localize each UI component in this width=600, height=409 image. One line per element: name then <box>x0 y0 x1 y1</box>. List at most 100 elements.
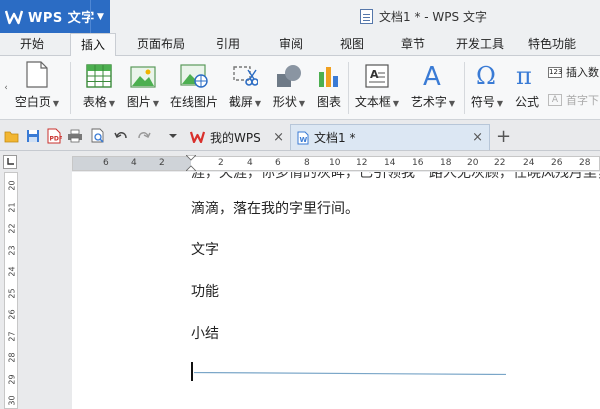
ruler-number: 28 <box>7 352 17 363</box>
omega-icon: Ω <box>476 62 496 88</box>
ruler-number: 6 <box>275 158 281 168</box>
ruler-number: 29 <box>7 373 17 385</box>
close-icon[interactable]: × <box>273 130 284 145</box>
tab-view[interactable]: 视图 <box>340 33 364 56</box>
online-picture-icon <box>180 64 208 88</box>
text-cursor <box>191 362 193 381</box>
customize-toolbar-icon[interactable] <box>165 128 181 144</box>
window-title: 文档1 * - WPS 文字 <box>360 0 487 33</box>
picture-label: 图片 <box>126 95 151 109</box>
export-pdf-icon[interactable]: PDF <box>46 128 62 144</box>
paragraph-line: 滴滴，落在我的字里行间。 <box>191 201 359 217</box>
new-tab-icon[interactable]: + <box>496 126 511 147</box>
textbox-button[interactable]: A 文本框 ▼ <box>352 60 402 110</box>
tab-references[interactable]: 引用 <box>216 33 240 56</box>
textbox-icon: A <box>365 64 389 88</box>
doc-tab-my-wps[interactable]: 我的WPS × <box>186 124 290 150</box>
ruler-number: 28 <box>579 158 591 168</box>
svg-text:A: A <box>370 68 379 81</box>
chevron-down-icon: ▼ <box>298 99 306 108</box>
ruler-number: 20 <box>7 180 17 191</box>
ruler-number: 20 <box>467 158 479 168</box>
tab-developer[interactable]: 开发工具 <box>456 33 504 56</box>
tab-insert[interactable]: 插入 <box>70 33 117 57</box>
document-icon: W <box>297 131 309 145</box>
menu-tabs: 开始 插入 页面布局 引用 审阅 视图 章节 开发工具 特色功能 <box>0 33 600 57</box>
shapes-label: 形状 <box>272 95 297 109</box>
chevron-down-icon: ▼ <box>108 99 116 108</box>
chevron-down-icon: ▼ <box>254 99 262 108</box>
shapes-button[interactable]: 形状 ▼ <box>270 60 308 110</box>
tab-review[interactable]: 审阅 <box>279 33 303 56</box>
ruler-number: 24 <box>7 266 17 277</box>
table-label: 表格 <box>82 95 107 109</box>
doc-tab-label: 文档1 * <box>314 131 356 145</box>
tab-stop-selector-icon[interactable] <box>3 155 17 169</box>
tab-special-features[interactable]: 特色功能 <box>528 33 576 56</box>
blank-page-button[interactable]: 空白页 ▼ <box>13 60 61 110</box>
doc-tab-document1[interactable]: W 文档1 * × <box>290 124 490 150</box>
picture-button[interactable]: 图片 ▼ <box>124 60 162 110</box>
screenshot-icon <box>233 66 258 86</box>
chart-icon <box>319 67 338 87</box>
chevron-down-icon: ▼ <box>392 99 400 108</box>
ruler-number: 22 <box>494 158 506 168</box>
blank-page-icon <box>26 61 48 88</box>
tab-page-layout[interactable]: 页面布局 <box>137 33 185 56</box>
chevron-down-icon: ▼ <box>52 99 60 108</box>
ruler-number: 26 <box>7 309 17 320</box>
ruler-number: 22 <box>7 223 17 234</box>
heading-summary: 小结 <box>191 326 219 342</box>
ruler-number: 10 <box>329 158 341 168</box>
picture-icon <box>130 66 156 88</box>
online-picture-button[interactable]: 在线图片 <box>168 60 220 110</box>
screenshot-button[interactable]: 截屏 ▼ <box>226 60 264 110</box>
ruler-number: 30 <box>7 395 17 406</box>
horizontal-ruler[interactable]: 6 4 2 2 4 6 8 10 12 14 16 18 20 22 24 26 28 <box>72 154 600 172</box>
open-folder-icon[interactable] <box>4 128 20 144</box>
ribbon-divider <box>348 62 349 114</box>
ribbon-divider <box>464 62 465 114</box>
save-icon[interactable] <box>25 128 41 144</box>
pi-icon: π <box>516 62 532 88</box>
textbox-label: 文本框 <box>354 95 391 109</box>
print-icon[interactable] <box>67 128 83 144</box>
screenshot-label: 截屏 <box>228 95 253 109</box>
line-shape[interactable] <box>194 372 506 375</box>
ruler-number: 21 <box>7 201 17 213</box>
title-bar: WPS 文字 ▼ 文档1 * - WPS 文字 <box>0 0 600 33</box>
chevron-down-icon: ▼ <box>496 99 504 108</box>
wordart-icon: A <box>423 62 441 88</box>
number-icon: 123 <box>548 66 563 78</box>
svg-text:PDF: PDF <box>50 136 63 143</box>
ruler-number: 2 <box>159 158 165 168</box>
insert-number-button[interactable]: 123 插入数 <box>548 64 599 80</box>
formula-button[interactable]: π 公式 <box>512 60 542 110</box>
chart-button[interactable]: 图表 <box>314 60 344 110</box>
drop-cap-button[interactable]: A 首字下 <box>548 92 599 108</box>
table-button[interactable]: 表格 ▼ <box>80 60 118 110</box>
ribbon-scroll-left-icon[interactable]: ‹ <box>0 56 12 120</box>
redo-icon[interactable] <box>136 128 152 144</box>
undo-icon[interactable] <box>113 128 129 144</box>
chevron-down-icon[interactable]: ▼ <box>90 0 110 33</box>
tab-home[interactable]: 开始 <box>20 33 44 56</box>
ribbon-divider <box>70 62 71 114</box>
wps-window: WPS 文字 ▼ 文档1 * - WPS 文字 开始 插入 页面布局 引用 审阅… <box>0 0 600 409</box>
vertical-ruler[interactable]: 20 21 22 23 24 25 26 27 28 29 30 <box>4 172 18 409</box>
chevron-down-icon: ▼ <box>152 99 160 108</box>
heading-text: 文字 <box>191 242 219 258</box>
svg-text:W: W <box>300 136 308 144</box>
app-menu-button[interactable]: WPS 文字 ▼ <box>0 0 110 33</box>
ruler-number: 16 <box>412 158 424 168</box>
symbol-button[interactable]: Ω 符号 ▼ <box>468 60 506 110</box>
wordart-button[interactable]: A 艺术字 ▼ <box>408 60 458 110</box>
close-icon[interactable]: × <box>472 130 483 145</box>
tab-section[interactable]: 章节 <box>401 33 425 56</box>
ruler-number: 4 <box>247 158 253 168</box>
document-page[interactable]: 涯，天涯，你多情的灰眸，已引领我一路人无灰顾，任晓风残月里， 滴滴，落在我的字里… <box>72 172 600 409</box>
ruler-number: 2 <box>218 158 224 168</box>
online-picture-label: 在线图片 <box>169 95 218 109</box>
quick-access-bar: PDF 我的WPS × W 文档1 * × + <box>0 121 600 151</box>
print-preview-icon[interactable] <box>90 128 106 144</box>
